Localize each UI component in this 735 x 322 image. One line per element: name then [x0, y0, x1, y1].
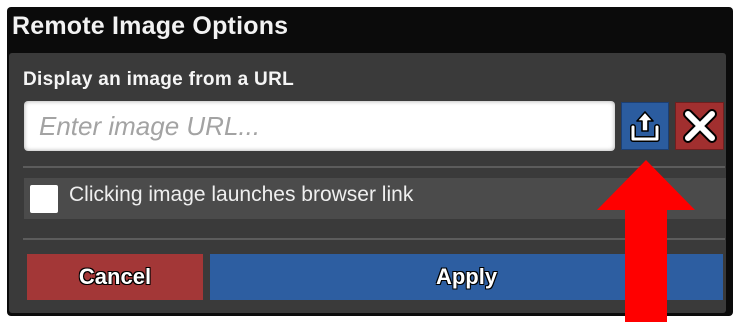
image-url-input[interactable]	[24, 101, 615, 151]
red-arrow-annotation	[597, 160, 695, 322]
checkbox-label: Clicking image launches browser link	[69, 183, 414, 206]
close-icon	[682, 109, 717, 143]
upload-icon	[630, 111, 660, 142]
dialog-title: Remote Image Options	[12, 12, 289, 40]
clear-url-button[interactable]	[675, 102, 724, 150]
cancel-button[interactable]: Cancel	[27, 254, 203, 300]
upload-button[interactable]	[621, 102, 669, 150]
section-label: Display an image from a URL	[23, 69, 295, 90]
launch-link-checkbox[interactable]	[30, 185, 58, 213]
